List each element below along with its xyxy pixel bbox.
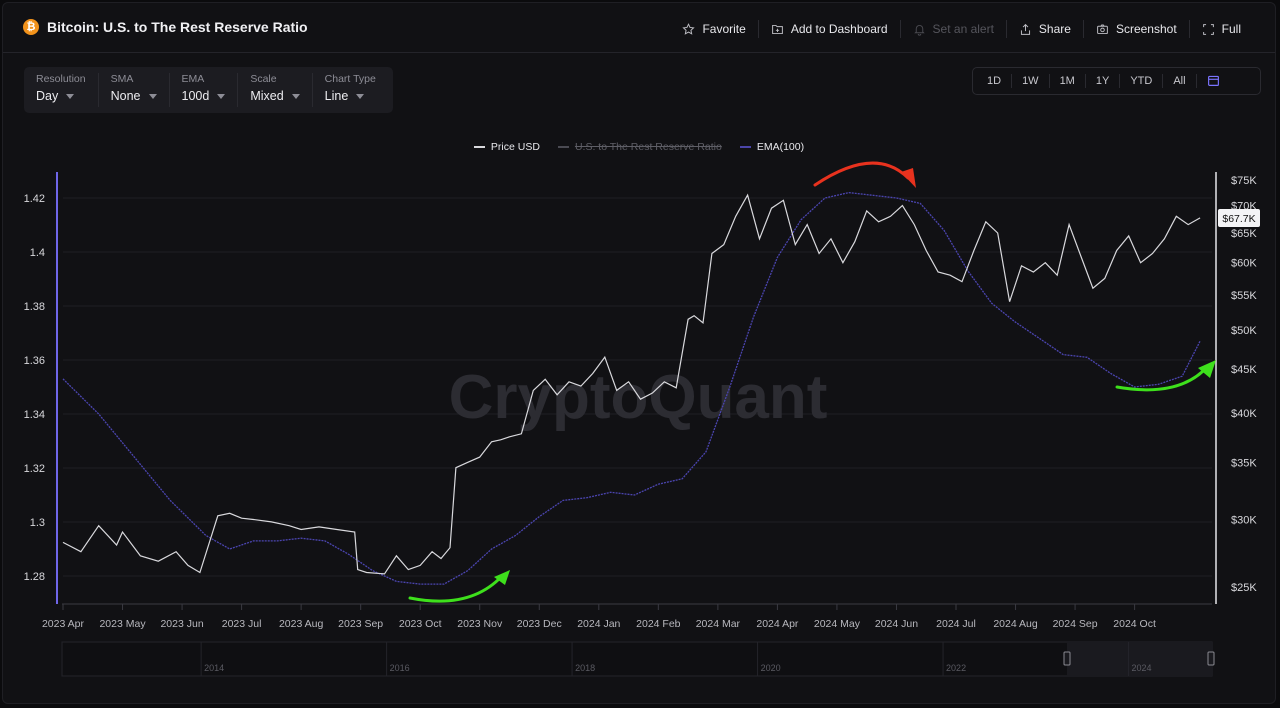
red-arrow-annotation [813,161,916,188]
x-tick-label: 2023 Oct [399,618,442,630]
current-price-badge: $67.7K [1218,209,1260,227]
x-tick-label: 2024 Jun [875,618,918,630]
x-tick-label: 2023 Sep [338,618,383,630]
left-axis-ticks: 1.28 1.3 1.32 1.34 1.36 1.38 1.4 1.42 [24,193,45,583]
x-tick-label: 2024 Aug [993,618,1038,630]
left-tick-label: 1.28 [24,571,45,583]
x-tick-label: 2023 May [99,618,146,630]
x-tick-label: 2024 May [814,618,861,630]
x-tick-label: 2024 Jul [936,618,976,630]
left-tick-label: 1.36 [24,355,45,367]
left-tick-label: 1.3 [30,517,45,529]
right-tick-label: $75K [1231,175,1257,187]
x-tick-label: 2023 Jun [160,618,203,630]
left-tick-label: 1.38 [24,301,45,313]
navigator-year-label: 2024 [1132,663,1152,673]
x-tick-label: 2023 Apr [42,618,85,630]
navigator-year-label: 2020 [761,663,781,673]
x-tick-label: 2023 Aug [279,618,324,630]
x-tick-label: 2024 Apr [756,618,799,630]
chart-canvas[interactable]: CryptoQuant 1.281.31.321.341.361.381.41.… [0,0,1280,708]
left-tick-label: 1.4 [30,247,45,259]
left-tick-label: 1.34 [24,409,45,421]
navigator-right-handle[interactable] [1207,651,1215,666]
navigator-year-label: 2022 [946,663,966,673]
green-arrow-annotation-2023 [408,570,510,603]
navigator-year-label: 2014 [204,663,224,673]
right-tick-label: $50K [1231,325,1257,337]
navigator[interactable]: 2014 2016 2018 2020 2022 2024 [61,641,1215,677]
right-tick-label: $40K [1231,408,1257,420]
watermark: CryptoQuant [449,363,828,432]
x-axis-ticks: 2023 Apr 2023 May 2023 Jun 2023 Jul 2023 Aug… [42,604,1156,630]
right-tick-label: $35K [1231,457,1257,469]
current-price-value: $67.7K [1222,213,1255,225]
navigator-left-handle[interactable] [1063,651,1071,666]
right-tick-label: $65K [1231,228,1257,240]
right-tick-label: $45K [1231,364,1257,376]
right-axis-ticks: $25K$30K$35K$40K$45K$50K$55K$60K$65K$70K… [1231,175,1257,594]
left-tick-label: 1.32 [24,463,45,475]
right-tick-label: $30K [1231,514,1257,526]
x-tick-label: 2024 Feb [636,618,681,630]
right-tick-label: $25K [1231,582,1257,594]
x-tick-label: 2024 Oct [1113,618,1156,630]
x-tick-label: 2024 Jan [577,618,620,630]
right-tick-label: $55K [1231,290,1257,302]
x-tick-label: 2024 Sep [1053,618,1098,630]
x-tick-label: 2023 Nov [457,618,503,630]
x-tick-label: 2024 Mar [696,618,741,630]
x-tick-label: 2023 Dec [517,618,562,630]
navigator-year-label: 2018 [575,663,595,673]
right-tick-label: $60K [1231,258,1257,270]
x-tick-label: 2023 Jul [222,618,262,630]
navigator-year-label: 2016 [390,663,410,673]
navigator-track [61,641,1213,677]
left-tick-label: 1.42 [24,193,45,205]
